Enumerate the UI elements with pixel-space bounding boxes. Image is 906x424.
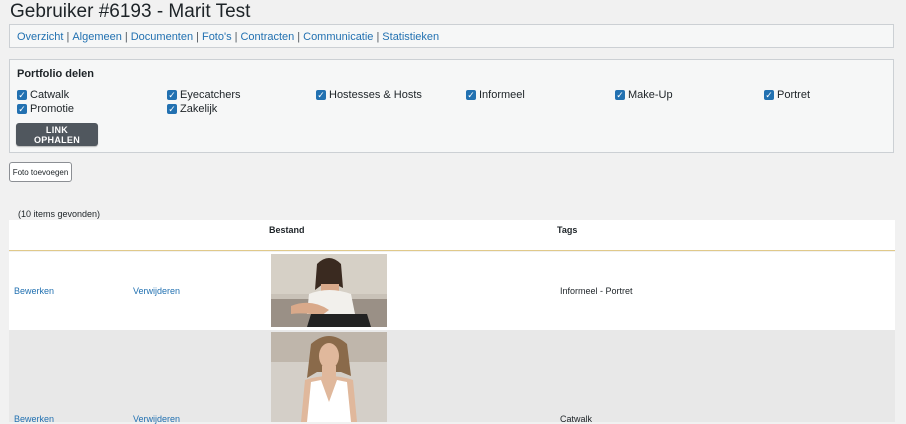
nav-separator: | xyxy=(297,31,301,43)
delete-link[interactable]: Verwijderen xyxy=(133,286,180,296)
checkbox-make-up[interactable]: ✓ Make-Up xyxy=(615,89,673,101)
checkbox-promotie[interactable]: ✓ Promotie xyxy=(17,103,74,115)
edit-link[interactable]: Bewerken xyxy=(14,286,54,296)
nav-communicatie[interactable]: Communicatie xyxy=(303,31,373,43)
checkbox-zakelijk[interactable]: ✓ Zakelijk xyxy=(167,103,217,115)
checkmark-icon[interactable]: ✓ xyxy=(167,90,177,100)
nav-separator: | xyxy=(376,31,380,43)
tags-text: Informeel - Portret xyxy=(560,286,633,296)
photo-table: Bestand Tags Bewerken Verwijderen Inform… xyxy=(9,220,895,424)
checkmark-icon[interactable]: ✓ xyxy=(764,90,774,100)
nav-separator: | xyxy=(234,31,238,43)
table-header: Bestand Tags xyxy=(9,220,895,251)
checkmark-icon[interactable]: ✓ xyxy=(615,90,625,100)
nav-contracten[interactable]: Contracten xyxy=(240,31,294,43)
nav-documenten[interactable]: Documenten xyxy=(131,31,193,43)
column-header-tags[interactable]: Tags xyxy=(557,225,577,235)
nav-separator: | xyxy=(124,31,128,43)
checkmark-icon[interactable]: ✓ xyxy=(17,90,27,100)
items-count: (10 items gevonden) xyxy=(18,209,101,219)
checkbox-portret[interactable]: ✓ Portret xyxy=(764,89,810,101)
user-subnav: Overzicht | Algemeen | Documenten | Foto's | Con… xyxy=(9,24,894,48)
table-row: Bewerken Verwijderen Informeel - Portret xyxy=(9,252,895,330)
tags-text: Catwalk xyxy=(560,414,593,424)
checkbox-eyecatchers[interactable]: ✓ Eyecatchers xyxy=(167,89,241,101)
page-title: Gebruiker #6193 - Marit Test xyxy=(10,1,251,22)
add-photo-button[interactable]: Foto toevoegen xyxy=(9,162,72,182)
checkmark-icon[interactable]: ✓ xyxy=(17,104,27,114)
portfolio-share-title: Portfolio delen xyxy=(17,68,94,80)
checkmark-icon[interactable]: ✓ xyxy=(316,90,326,100)
nav-statistieken[interactable]: Statistieken xyxy=(382,31,439,43)
checkbox-hostesses-hosts[interactable]: ✓ Hostesses & Hosts xyxy=(316,89,422,101)
nav-algemeen[interactable]: Algemeen xyxy=(72,31,122,43)
nav-fotos[interactable]: Foto's xyxy=(202,31,232,43)
delete-link[interactable]: Verwijderen xyxy=(133,414,180,424)
checkbox-informeel[interactable]: ✓ Informeel xyxy=(466,89,525,101)
checkbox-catwalk[interactable]: ✓ Catwalk xyxy=(17,89,69,101)
get-link-button[interactable]: LINK OPHALEN xyxy=(16,123,98,146)
checkmark-icon[interactable]: ✓ xyxy=(466,90,476,100)
portfolio-share-panel: Portfolio delen ✓ Catwalk ✓ Eyecatchers ✓ H… xyxy=(9,59,894,153)
column-header-file[interactable]: Bestand xyxy=(269,225,305,235)
photo-thumbnail[interactable] xyxy=(271,332,387,422)
nav-separator: | xyxy=(66,31,70,43)
checkmark-icon[interactable]: ✓ xyxy=(167,104,177,114)
photo-thumbnail-image xyxy=(271,332,387,422)
nav-separator: | xyxy=(196,31,199,43)
table-row: Bewerken Verwijderen Catwalk xyxy=(9,330,895,424)
nav-overzicht[interactable]: Overzicht xyxy=(17,31,63,43)
edit-link[interactable]: Bewerken xyxy=(14,414,54,424)
photo-thumbnail[interactable] xyxy=(271,254,387,327)
photo-thumbnail-image xyxy=(271,254,387,327)
